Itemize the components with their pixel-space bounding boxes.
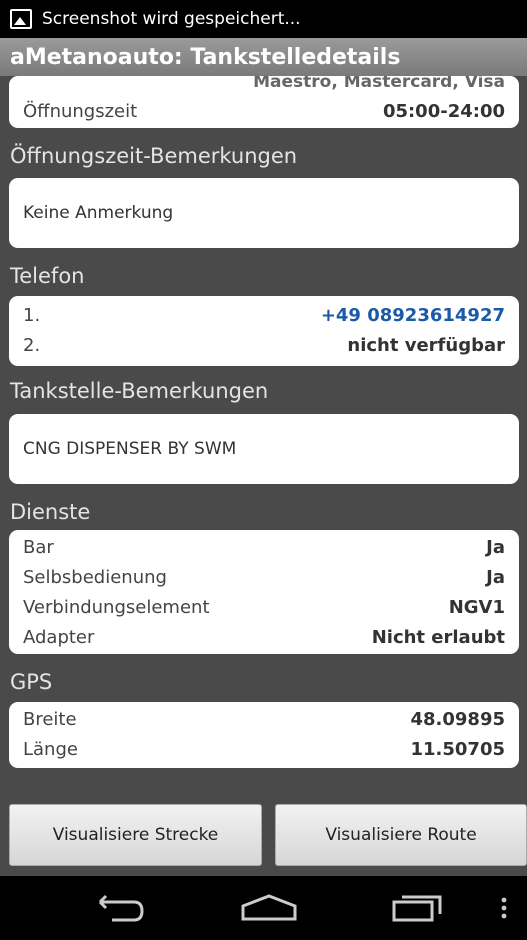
service-value: Ja xyxy=(486,566,505,588)
service-value: Ja xyxy=(486,536,505,558)
gps-row: Breite 48.09895 xyxy=(9,704,519,734)
gps-label: Breite xyxy=(23,708,77,730)
service-value: NGV1 xyxy=(448,596,505,618)
gps-value: 11.50705 xyxy=(410,738,505,760)
opening-hours-value: 05:00-24:00 xyxy=(382,100,505,122)
opening-notes-text: Keine Anmerkung xyxy=(23,203,174,223)
service-label: Verbindungselement xyxy=(23,596,210,618)
gps-row: Länge 11.50705 xyxy=(9,734,519,764)
phone-card: 1. +49 08923614927 2. nicht verfügbar xyxy=(9,296,519,366)
station-notes-text: CNG DISPENSER BY SWM xyxy=(23,439,237,459)
home-icon[interactable] xyxy=(240,892,298,924)
recents-icon[interactable] xyxy=(390,892,446,924)
service-label: Bar xyxy=(23,536,54,558)
gps-card: Breite 48.09895 Länge 11.50705 xyxy=(9,702,519,768)
phone-title: Telefon xyxy=(10,264,85,288)
gps-value: 48.09895 xyxy=(410,708,505,730)
station-notes-card: CNG DISPENSER BY SWM xyxy=(9,414,519,484)
visualize-route-button[interactable]: Visualisiere Route xyxy=(275,804,527,866)
details-scroll-area[interactable]: Maestro, Mastercard, Visa Öffnungszeit 0… xyxy=(0,76,527,800)
image-icon xyxy=(10,9,32,29)
opening-notes-title: Öffnungszeit-Bemerkungen xyxy=(10,144,298,168)
service-label: Selbsbedienung xyxy=(23,566,167,588)
service-label: Adapter xyxy=(23,626,95,648)
service-row: Selbsbedienung Ja xyxy=(9,562,519,592)
app-title: aMetanoauto: Tankstelledetails xyxy=(0,38,527,76)
payment-methods-text: Maestro, Mastercard, Visa xyxy=(253,76,505,92)
phone-number-link[interactable]: +49 08923614927 xyxy=(321,305,505,326)
services-card: Bar Ja Selbsbedienung Ja Verbindungselem… xyxy=(9,530,519,654)
visualize-line-button[interactable]: Visualisiere Strecke xyxy=(9,804,262,866)
service-row: Bar Ja xyxy=(9,532,519,562)
navigation-bar xyxy=(0,876,527,940)
phone-row[interactable]: 1. +49 08923614927 xyxy=(9,300,519,330)
phone-row-label: 1. xyxy=(23,304,41,326)
service-row: Adapter Nicht erlaubt xyxy=(9,622,519,652)
opening-notes-card: Keine Anmerkung xyxy=(9,178,519,248)
station-notes-title: Tankstelle-Bemerkungen xyxy=(10,379,269,403)
phone-row: 2. nicht verfügbar xyxy=(9,330,519,360)
opening-hours-label: Öffnungszeit xyxy=(23,100,138,122)
action-bar: Visualisiere Strecke Visualisiere Route xyxy=(0,800,527,876)
overflow-menu-icon[interactable] xyxy=(498,892,510,924)
status-bar: Screenshot wird gespeichert... xyxy=(0,0,527,38)
opening-hours-card: Maestro, Mastercard, Visa Öffnungszeit 0… xyxy=(9,76,519,128)
service-value: Nicht erlaubt xyxy=(371,626,505,648)
phone-row-label: 2. xyxy=(23,334,41,356)
service-row: Verbindungselement NGV1 xyxy=(9,592,519,622)
gps-title: GPS xyxy=(10,670,53,694)
services-title: Dienste xyxy=(10,500,91,524)
phone-row-value: nicht verfügbar xyxy=(347,334,505,356)
gps-label: Länge xyxy=(23,738,78,760)
back-icon[interactable] xyxy=(92,892,148,924)
status-text: Screenshot wird gespeichert... xyxy=(42,9,301,29)
